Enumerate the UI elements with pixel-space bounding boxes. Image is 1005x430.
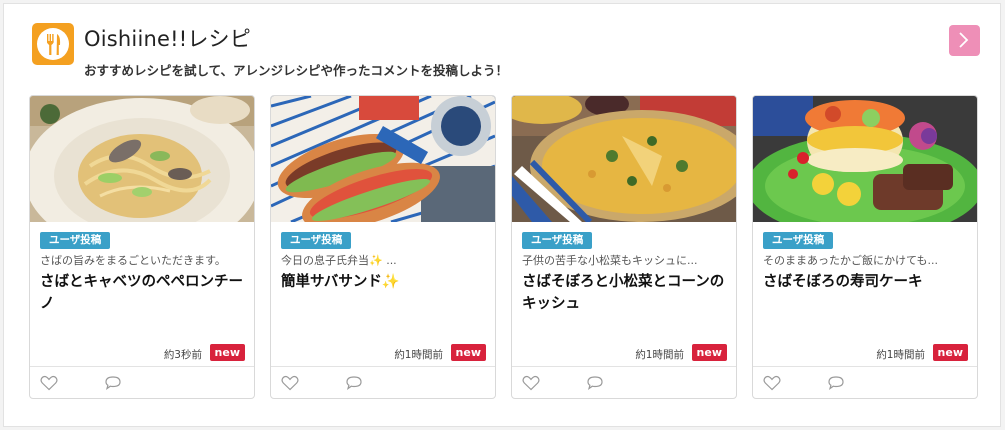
comment-icon[interactable]	[104, 375, 122, 391]
user-post-badge: ユーザ投稿	[281, 232, 352, 249]
recipe-description: 子供の苦手な小松菜もキッシュに...	[522, 254, 698, 267]
fork-knife-icon	[47, 34, 61, 55]
new-badge: new	[450, 344, 486, 361]
recipe-card[interactable]: ユーザ投稿 今日の息子氏弁当✨ ... 簡単サバサンド✨ 約1時間前 new	[270, 95, 496, 399]
recipe-description: さばの旨みをまるごといただきます。	[40, 254, 226, 267]
recipe-description: 今日の息子氏弁当✨ ...	[281, 254, 397, 267]
pasta-photo[interactable]	[30, 96, 254, 222]
page-title: Oishiine!!レシピ	[84, 27, 251, 51]
page-subtitle: おすすめレシピを試して、アレンジレシピや作ったコメントを投稿しよう！	[84, 63, 509, 78]
recipe-title[interactable]: 簡単サバサンド✨	[281, 271, 489, 293]
card-divider	[30, 366, 254, 367]
heart-icon[interactable]	[40, 375, 58, 391]
recipe-card[interactable]: ユーザ投稿 そのままあったかご飯にかけても... さばそぼろの寿司ケーキ 約1時…	[752, 95, 978, 399]
card-divider	[271, 366, 495, 367]
recipe-card[interactable]: ユーザ投稿 さばの旨みをまるごといただきます。 さばとキャベツのペペロンチーノ …	[29, 95, 255, 399]
logo	[32, 23, 74, 65]
comment-icon[interactable]	[827, 375, 845, 391]
user-post-badge: ユーザ投稿	[522, 232, 593, 249]
comment-icon[interactable]	[345, 375, 363, 391]
heart-icon[interactable]	[522, 375, 540, 391]
comment-icon[interactable]	[586, 375, 604, 391]
user-post-badge: ユーザ投稿	[763, 232, 834, 249]
post-time: 約1時間前	[635, 349, 684, 361]
recipe-title[interactable]: さばそぼろと小松菜とコーンのキッシュ	[522, 271, 730, 315]
recipe-card[interactable]: ユーザ投稿 子供の苦手な小松菜もキッシュに... さばそぼろと小松菜とコーンのキ…	[511, 95, 737, 399]
new-badge: new	[932, 344, 968, 361]
next-button[interactable]	[949, 25, 980, 56]
heart-icon[interactable]	[763, 375, 781, 391]
recipe-panel: Oishiine!!レシピ おすすめレシピを試して、アレンジレシピや作ったコメン…	[3, 3, 1001, 427]
recipe-title[interactable]: さばとキャベツのペペロンチーノ	[40, 271, 248, 315]
new-badge: new	[209, 344, 245, 361]
card-divider	[753, 366, 977, 367]
new-badge: new	[691, 344, 727, 361]
post-time: 約1時間前	[876, 349, 925, 361]
user-post-badge: ユーザ投稿	[40, 232, 111, 249]
quiche-photo[interactable]	[512, 96, 736, 222]
post-time: 約3秒前	[163, 349, 202, 361]
sushi-cake-photo[interactable]	[753, 96, 977, 222]
heart-icon[interactable]	[281, 375, 299, 391]
sandwich-photo[interactable]	[271, 96, 495, 222]
recipe-title[interactable]: さばそぼろの寿司ケーキ	[763, 271, 971, 293]
card-divider	[512, 366, 736, 367]
chevron-right-icon	[959, 32, 969, 48]
post-time: 約1時間前	[394, 349, 443, 361]
recipe-description: そのままあったかご飯にかけても...	[763, 254, 938, 267]
